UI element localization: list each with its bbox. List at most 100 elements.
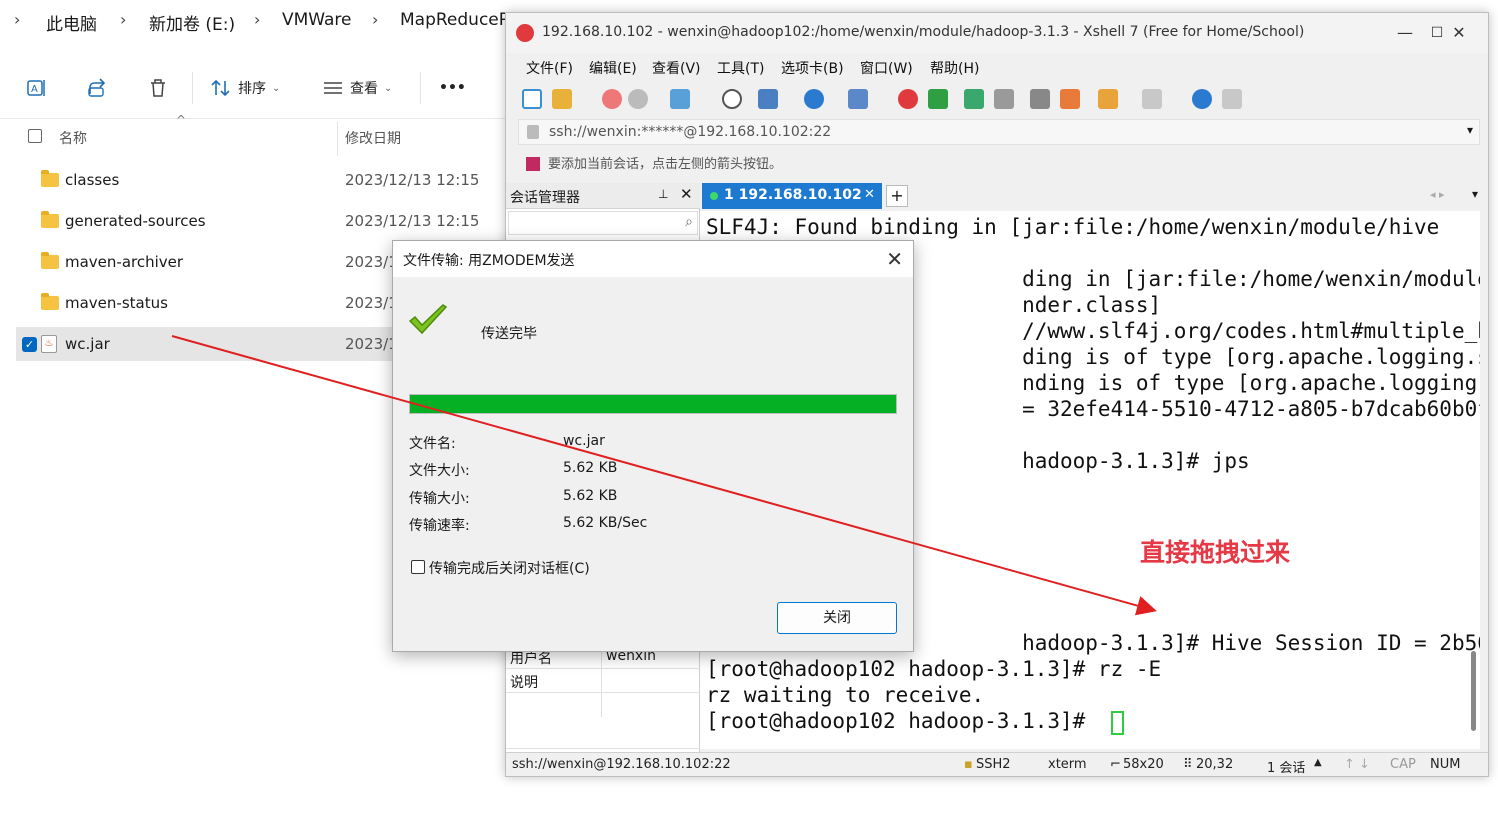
more-options-button[interactable]: ••• <box>439 74 466 102</box>
divider <box>192 72 193 104</box>
chevron-up-icon[interactable]: ▲ <box>1314 757 1322 768</box>
lock-icon[interactable] <box>994 89 1014 109</box>
close-after-transfer-checkbox[interactable] <box>411 560 425 574</box>
session-search-input[interactable]: ⌕ <box>508 211 698 235</box>
sort-button[interactable]: 排序 ⌄ <box>210 74 280 102</box>
globe-icon[interactable] <box>804 89 824 109</box>
divider <box>337 122 338 156</box>
file-row[interactable]: generated-sources 2023/12/13 12:15 <box>16 204 479 238</box>
add-tab-icon[interactable] <box>1098 89 1118 109</box>
file-row[interactable]: maven-archiver 2023/1 <box>16 245 416 279</box>
lock-icon: ▪ <box>964 757 973 772</box>
view-button[interactable]: 查看 ⌄ <box>322 74 392 102</box>
rename-button[interactable]: A <box>26 74 48 102</box>
tile-icon[interactable] <box>1142 89 1162 109</box>
status-dot-icon <box>710 192 718 200</box>
status-cap: CAP <box>1390 757 1416 772</box>
file-name: classes <box>65 171 120 189</box>
highlight-icon[interactable] <box>1060 89 1080 109</box>
divider <box>0 118 505 119</box>
xshell-icon[interactable] <box>898 89 918 109</box>
help-icon[interactable] <box>1192 89 1212 109</box>
menu-window[interactable]: 窗口(W) <box>860 58 913 78</box>
tab-menu-icon[interactable]: ▾ <box>1472 187 1478 201</box>
share-icon <box>87 77 109 99</box>
position-icon: ⠿ <box>1183 757 1193 772</box>
disconnect-icon[interactable] <box>628 89 648 109</box>
column-header-name[interactable]: 名称 <box>59 128 87 148</box>
svg-text:A: A <box>31 84 38 95</box>
menu-view[interactable]: 查看(V) <box>652 58 701 78</box>
open-folder-icon[interactable] <box>552 89 572 109</box>
breadcrumb-item[interactable]: MapReducePr <box>400 10 516 30</box>
chevron-right-icon: › <box>120 10 127 29</box>
close-button[interactable]: 关闭 <box>777 602 897 634</box>
file-name: maven-status <box>65 294 168 312</box>
session-tab-active[interactable]: 1 192.168.10.102 ✕ <box>702 183 882 209</box>
prop-row <box>506 693 700 749</box>
pin-icon[interactable]: ⊥ <box>658 187 668 201</box>
breadcrumb-item[interactable]: 新加卷 (E:) <box>149 10 235 35</box>
menu-tabs[interactable]: 选项卡(B) <box>781 58 844 78</box>
menu-tools[interactable]: 工具(T) <box>717 58 764 78</box>
transfer-progress-bar <box>409 394 897 414</box>
file-row-selected[interactable]: ✓ ♨ wc.jar 2023/1 <box>16 327 416 361</box>
prop-key: 说明 <box>510 675 538 691</box>
chat-icon[interactable] <box>1222 89 1242 109</box>
breadcrumb-item[interactable]: VMWare <box>282 10 352 30</box>
close-tab-icon[interactable]: ✕ <box>864 187 875 202</box>
status-size: 58x20 <box>1123 757 1164 772</box>
new-tab-button[interactable]: + <box>886 185 908 207</box>
share-button[interactable] <box>87 74 109 102</box>
close-icon[interactable]: ✕ <box>1446 21 1472 45</box>
minimize-icon[interactable]: — <box>1392 21 1418 45</box>
xshell-logo-icon <box>516 24 534 42</box>
chevron-right-icon: › <box>372 10 379 29</box>
column-header-modified[interactable]: 修改日期 <box>345 128 401 148</box>
field-label: 文件名: <box>409 436 456 452</box>
list-view-icon <box>322 77 344 99</box>
window-title: 192.168.10.102 - wenxin@hadoop102:/home/… <box>542 24 1305 40</box>
keyboard-icon[interactable] <box>1030 89 1050 109</box>
terminal-scrollbar[interactable] <box>1471 651 1476 731</box>
close-icon[interactable]: ✕ <box>886 247 903 271</box>
menu-file[interactable]: 文件(F) <box>526 58 573 78</box>
new-session-icon[interactable] <box>522 89 542 109</box>
delete-button[interactable] <box>147 74 169 102</box>
select-all-checkbox[interactable] <box>28 129 42 143</box>
chevron-right-icon[interactable]: › <box>14 10 20 29</box>
menu-edit[interactable]: 编辑(E) <box>589 58 637 78</box>
divider <box>420 72 421 104</box>
bookmark-icon[interactable] <box>526 157 540 171</box>
xftp-icon[interactable] <box>928 89 948 109</box>
checkbox-checked-icon[interactable]: ✓ <box>22 337 37 352</box>
folder-icon <box>41 252 59 269</box>
settings-icon[interactable] <box>670 89 690 109</box>
session-manager-header: 会话管理器 ⊥ ✕ <box>506 183 700 209</box>
scroll-left-icon[interactable]: ◂ ▸ <box>1430 188 1445 201</box>
font-icon[interactable] <box>848 89 868 109</box>
view-label: 查看 <box>350 81 378 97</box>
rename-icon: A <box>26 77 48 99</box>
sort-ascending-icon: ^ <box>176 113 187 127</box>
title-bar[interactable]: 192.168.10.102 - wenxin@hadoop102:/home/… <box>506 13 1488 53</box>
field-value: wc.jar <box>563 433 605 449</box>
dialog-title-bar[interactable]: 文件传输: 用ZMODEM发送 ✕ <box>393 241 913 277</box>
menu-help[interactable]: 帮助(H) <box>930 58 979 78</box>
chevron-down-icon: ⌄ <box>384 82 393 94</box>
file-date: 2023/1 <box>345 253 398 271</box>
transfer-status: 传送完毕 <box>481 326 537 342</box>
chevron-down-icon[interactable]: ▾ <box>1467 123 1473 137</box>
address-bar[interactable]: ssh://wenxin:******@192.168.10.102:22 ▾ <box>518 119 1480 145</box>
layout-icon[interactable] <box>758 89 778 109</box>
file-row[interactable]: maven-status 2023/1 <box>16 286 416 320</box>
close-icon[interactable]: ✕ <box>680 185 693 203</box>
search-icon[interactable] <box>722 89 742 109</box>
connect-icon[interactable] <box>602 89 622 109</box>
fullscreen-icon[interactable] <box>964 89 984 109</box>
breadcrumb-item[interactable]: 此电脑 <box>46 10 97 35</box>
session-tab-label: 1 192.168.10.102 <box>724 187 862 203</box>
file-row[interactable]: classes 2023/12/13 12:15 <box>16 163 479 197</box>
field-value: 5.62 KB <box>563 488 618 504</box>
file-name: generated-sources <box>65 212 206 230</box>
